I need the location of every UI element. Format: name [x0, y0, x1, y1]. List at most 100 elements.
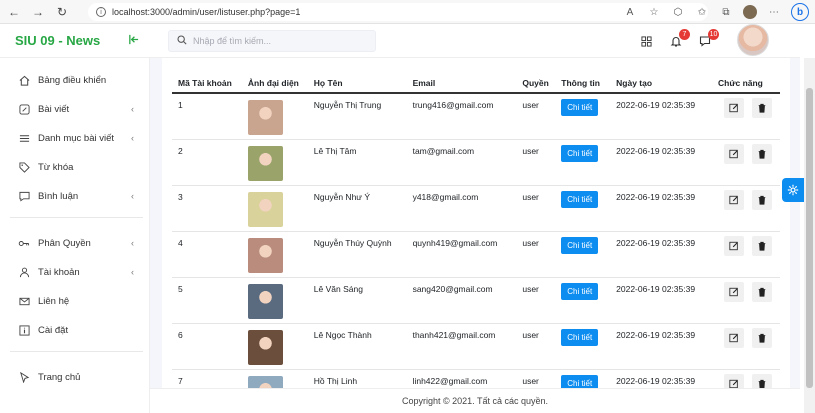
avatar-cell [241, 139, 308, 186]
detail-button[interactable]: Chi tiết [561, 236, 599, 254]
table-row: 6 Lê Ngọc Thành thanh421@gmail.com user … [172, 323, 780, 370]
list-icon [18, 132, 30, 144]
edit-icon[interactable] [724, 373, 744, 388]
messages-badge: 10 [708, 29, 719, 40]
trash-icon[interactable] [752, 327, 772, 348]
sidebar-item-settings[interactable]: Cài đặt [0, 318, 150, 342]
column-header: Họ Tên [307, 73, 407, 94]
collections-icon[interactable]: ⧉ [719, 5, 733, 19]
reload-icon[interactable]: ↻ [52, 2, 72, 22]
trash-icon[interactable] [752, 189, 772, 210]
edit-icon[interactable] [724, 189, 744, 210]
trash-icon[interactable] [752, 281, 772, 302]
detail-cell: Chi tiết [555, 369, 611, 388]
notifications-bell-icon[interactable]: 7 [668, 29, 690, 49]
avatar-cell [241, 277, 308, 324]
back-arrow-icon[interactable]: ← [4, 2, 24, 22]
user-name: Nguyễn Thị Trung [307, 93, 407, 140]
user-role: user [516, 323, 556, 370]
user-table: Mã Tài khoản Ảnh đại diện Họ Tên Email Q… [172, 73, 780, 388]
sidebar-item-permissions[interactable]: Phân Quyền ‹ [0, 231, 150, 255]
detail-button[interactable]: Chi tiết [561, 328, 599, 346]
sidebar-item-categories[interactable]: Danh mục bài viết ‹ [0, 126, 150, 150]
sidebar-divider [10, 217, 143, 218]
messages-icon[interactable]: 10 [697, 29, 719, 49]
site-info-icon[interactable]: i [96, 7, 106, 17]
created-date: 2022-06-19 02:35:39 [610, 231, 712, 278]
user-name: Lê Ngọc Thành [307, 323, 407, 370]
detail-button[interactable]: Chi tiết [561, 282, 599, 300]
table-row: 3 Nguyễn Như Ý y418@gmail.com user Chi t… [172, 185, 780, 232]
edit-icon[interactable] [724, 235, 744, 256]
sidebar-item-posts[interactable]: Bài viết ‹ [0, 97, 150, 121]
profile-avatar[interactable] [743, 5, 757, 19]
column-header: Thông tin [555, 73, 611, 94]
search-input[interactable] [193, 36, 373, 46]
chevron-left-icon: ‹ [131, 191, 134, 201]
trash-icon[interactable] [752, 143, 772, 164]
url-text: localhost:3000/admin/user/listuser.php?p… [112, 7, 301, 17]
scrollbar-thumb[interactable] [806, 88, 813, 388]
trash-icon[interactable] [752, 98, 772, 118]
more-menu-icon[interactable]: ⋯ [767, 5, 781, 19]
user-id: 2 [172, 139, 242, 186]
extensions-icon[interactable]: ⬡ [671, 5, 685, 19]
edit-icon[interactable] [724, 281, 744, 302]
trash-icon[interactable] [752, 373, 772, 388]
created-date: 2022-06-19 02:35:39 [610, 139, 712, 186]
main-content: Mã Tài khoản Ảnh đại diện Họ Tên Email Q… [150, 58, 800, 413]
read-aloud-icon[interactable]: A [623, 5, 637, 19]
user-name: Nguyễn Như Ý [307, 185, 407, 232]
edit-icon[interactable] [724, 327, 744, 348]
user-email: sang420@gmail.com [406, 277, 517, 324]
detail-cell: Chi tiết [555, 185, 611, 232]
created-date: 2022-06-19 02:35:39 [610, 277, 712, 324]
column-header: Quyền [516, 73, 556, 94]
detail-button[interactable]: Chi tiết [561, 99, 599, 116]
avatar-cell [241, 323, 308, 370]
edit-icon [18, 103, 30, 115]
sidebar-collapse-icon[interactable] [128, 34, 139, 48]
brand-title[interactable]: SIU 09 - News [15, 33, 100, 48]
favorite-add-icon[interactable]: ☆ [647, 5, 661, 19]
user-id: 4 [172, 231, 242, 278]
avatar-cell [241, 93, 308, 140]
sidebar-item-label: Tài khoản [38, 266, 80, 278]
sidebar-item-label: Phân Quyền [38, 237, 91, 249]
actions-cell [712, 185, 780, 232]
detail-button[interactable]: Chi tiết [561, 190, 599, 208]
sidebar-item-dashboard[interactable]: Bảng điều khiển [0, 68, 150, 92]
sidebar-item-homepage[interactable]: Trang chủ [0, 365, 150, 389]
user-email: tam@gmail.com [406, 139, 517, 186]
settings-gear-icon[interactable] [782, 178, 804, 202]
forward-arrow-icon[interactable]: → [28, 2, 48, 22]
user-avatar[interactable] [737, 24, 769, 56]
page-scrollbar[interactable] [804, 58, 815, 413]
edit-icon[interactable] [724, 143, 744, 164]
table-row: 4 Nguyễn Thúy Quỳnh quynh419@gmail.com u… [172, 231, 780, 278]
user-role: user [516, 93, 556, 140]
search-icon [177, 35, 187, 47]
sidebar-item-contact[interactable]: Liên hệ [0, 289, 150, 313]
created-date: 2022-06-19 02:35:39 [610, 185, 712, 232]
detail-button[interactable]: Chi tiết [561, 374, 599, 388]
trash-icon[interactable] [752, 235, 772, 256]
cursor-icon [18, 371, 30, 383]
detail-cell: Chi tiết [555, 93, 611, 140]
user-avatar-thumbnail [247, 329, 283, 365]
grid-menu-icon[interactable] [638, 33, 654, 49]
bing-copilot-icon[interactable]: b [791, 3, 809, 21]
favorites-icon[interactable]: ✩ [695, 5, 709, 19]
user-id: 7 [172, 369, 242, 388]
detail-cell: Chi tiết [555, 323, 611, 370]
sidebar-item-keywords[interactable]: Từ khóa [0, 155, 150, 179]
user-email: y418@gmail.com [406, 185, 517, 232]
search-box [168, 30, 376, 52]
sidebar-item-comments[interactable]: Bình luận ‹ [0, 184, 150, 208]
edit-icon[interactable] [724, 98, 744, 118]
address-bar[interactable]: i localhost:3000/admin/user/listuser.php… [88, 3, 708, 21]
sidebar-item-accounts[interactable]: Tài khoản ‹ [0, 260, 150, 284]
user-icon [18, 266, 30, 278]
table-row: 2 Lê Thị Tâm tam@gmail.com user Chi tiết… [172, 139, 780, 186]
detail-button[interactable]: Chi tiết [561, 144, 599, 162]
